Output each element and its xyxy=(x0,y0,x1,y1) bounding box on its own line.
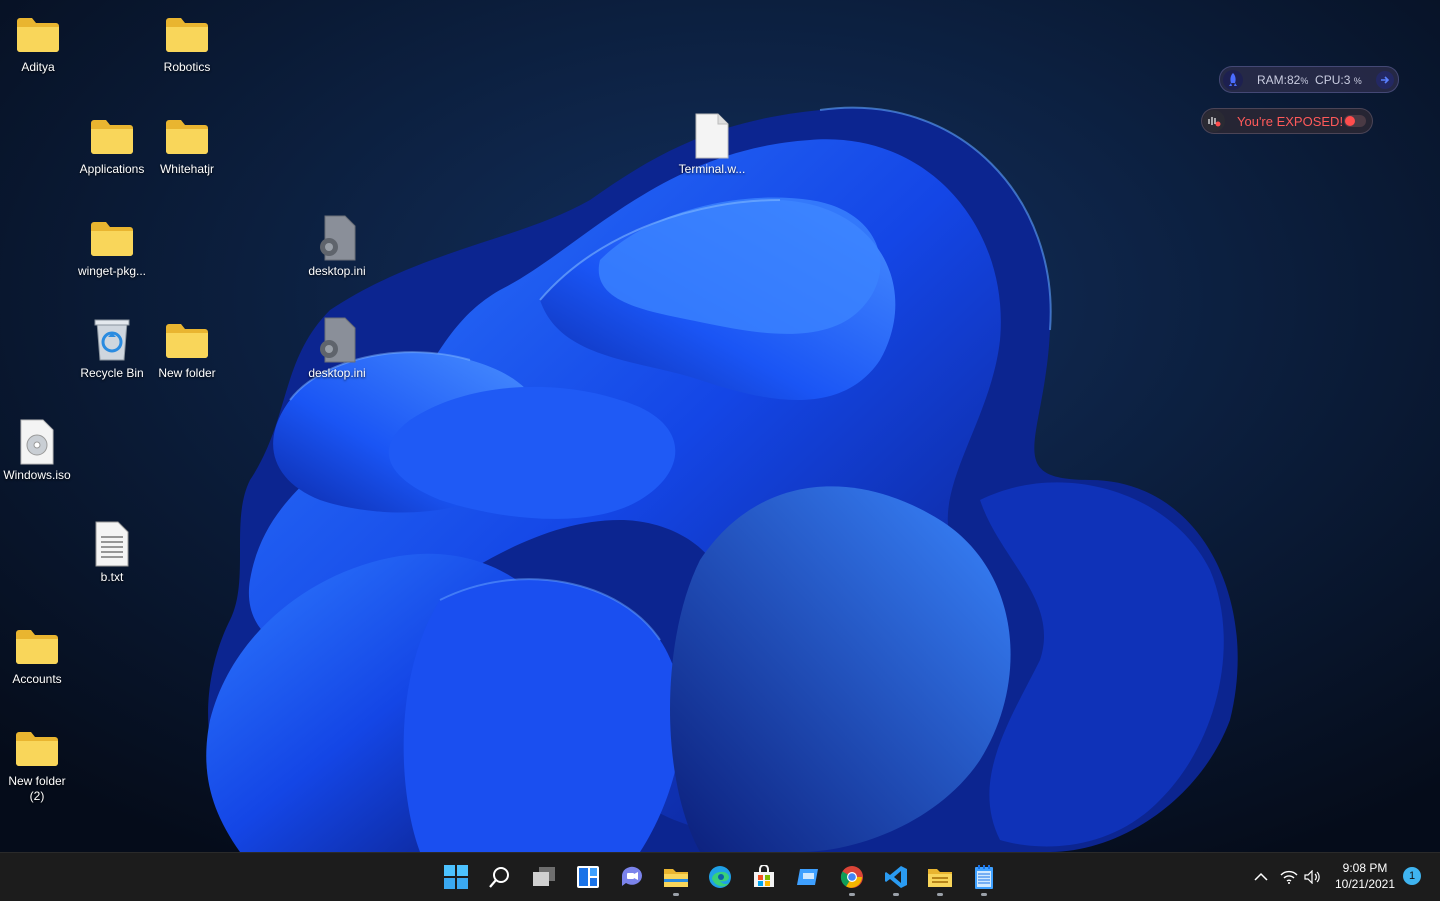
task-view-button[interactable] xyxy=(524,857,564,897)
volume-icon xyxy=(1304,870,1320,884)
running-indicator xyxy=(893,893,899,896)
desktop-icon-label: New folder (2) xyxy=(8,774,66,803)
file-icon xyxy=(688,112,736,160)
desktop-icon-windows-iso[interactable]: Windows.iso xyxy=(0,418,75,483)
desktop-icon-label: Whitehatjr xyxy=(159,162,215,176)
desktop-icon-winget-pkg[interactable]: winget-pkg... xyxy=(74,214,150,279)
desktop-icon-recycle-bin[interactable]: Recycle Bin xyxy=(74,316,150,381)
folder-icon xyxy=(88,214,136,262)
privacy-status-text: You're EXPOSED! xyxy=(1237,113,1344,129)
clock-button[interactable]: 9:08 PM 10/21/2021 xyxy=(1330,860,1400,892)
folder-icon xyxy=(88,112,136,160)
start-button[interactable] xyxy=(436,857,476,897)
desktop-icon-label: Applications xyxy=(79,162,145,176)
recycle-bin-icon xyxy=(88,316,136,364)
desktop-icon-b-txt[interactable]: b.txt xyxy=(74,520,150,585)
desktop-icon-label: Terminal.w... xyxy=(678,162,746,176)
microsoft-store-icon xyxy=(754,865,774,887)
desktop-icon-new-folder[interactable]: New folder xyxy=(149,316,225,381)
chevron-up-icon xyxy=(1254,872,1268,881)
file-explorer-icon xyxy=(664,869,688,887)
edge-icon xyxy=(709,866,731,888)
desktop-icon-label: desktop.ini xyxy=(308,366,366,380)
resource-usage-text: RAM:82% CPU:3 % xyxy=(1257,72,1362,87)
notification-badge[interactable]: 1 xyxy=(1403,867,1421,885)
disc-image-icon xyxy=(13,418,61,466)
desktop-icon-label: winget-pkg... xyxy=(77,264,147,278)
desktop-icon-robotics[interactable]: Robotics xyxy=(149,10,225,75)
desktop-icon-label: Robotics xyxy=(163,60,211,74)
vscode-icon xyxy=(885,866,907,888)
arrow-right-icon[interactable] xyxy=(1376,70,1394,89)
widgets-icon xyxy=(577,866,599,888)
teams-chat-button[interactable] xyxy=(612,857,652,897)
notepad-icon xyxy=(975,865,993,889)
rocket-icon xyxy=(1223,69,1243,90)
desktop-icon-terminal[interactable]: Terminal.w... xyxy=(674,112,750,177)
desktop-icon-label: Accounts xyxy=(12,672,62,686)
desktop-icon-applications[interactable]: Applications xyxy=(74,112,150,177)
vscode-button[interactable] xyxy=(876,857,916,897)
wifi-icon xyxy=(1280,870,1298,884)
system-monitor-widget[interactable]: RAM:82% CPU:3 % xyxy=(1219,66,1399,93)
taskbar: 9:08 PM 10/21/2021 xyxy=(0,852,1440,901)
folder-icon xyxy=(928,869,952,887)
chrome-button[interactable] xyxy=(832,857,872,897)
folder-icon xyxy=(13,622,61,670)
folder-icon xyxy=(163,112,211,160)
desktop-icon-whitehatjr[interactable]: Whitehatjr xyxy=(149,112,225,177)
config-file-icon xyxy=(313,214,361,262)
desktop-icon-label: Windows.iso xyxy=(3,468,71,482)
privacy-toggle[interactable] xyxy=(1344,115,1366,127)
volume-button[interactable] xyxy=(1301,865,1325,889)
desktop-icon-aditya[interactable]: Aditya xyxy=(0,10,76,75)
notepad-button[interactable] xyxy=(964,857,1004,897)
config-file-icon xyxy=(313,316,361,364)
task-view-icon xyxy=(533,867,555,886)
desktop-icon-label: Recycle Bin xyxy=(80,366,144,380)
clock-time: 9:08 PM xyxy=(1342,861,1388,875)
clock-date: 10/21/2021 xyxy=(1334,877,1396,891)
app-button[interactable] xyxy=(788,857,828,897)
file-explorer-button[interactable] xyxy=(656,857,696,897)
microphone-activity-icon xyxy=(1203,110,1225,132)
folder-icon xyxy=(163,10,211,58)
desktop-icon-label: Aditya xyxy=(21,60,55,74)
privacy-status-widget[interactable]: You're EXPOSED! xyxy=(1201,108,1373,134)
folder-icon xyxy=(13,724,61,772)
folder-icon xyxy=(163,316,211,364)
desktop-icon-desktop-ini-2[interactable]: desktop.ini xyxy=(299,316,375,381)
edge-button[interactable] xyxy=(700,857,740,897)
start-icon xyxy=(444,865,468,889)
wifi-button[interactable] xyxy=(1277,865,1301,889)
widgets-button[interactable] xyxy=(568,857,608,897)
desktop-icon-desktop-ini-1[interactable]: desktop.ini xyxy=(299,214,375,279)
search-button[interactable] xyxy=(480,857,520,897)
desktop-icon-label: b.txt xyxy=(100,570,124,584)
desktop-icon-new-folder-2[interactable]: New folder (2) xyxy=(0,724,75,804)
running-indicator xyxy=(937,893,943,896)
desktop-icon-label: desktop.ini xyxy=(308,264,366,278)
search-icon xyxy=(489,867,509,888)
app-icon xyxy=(797,869,818,885)
folder-button[interactable] xyxy=(920,857,960,897)
chrome-icon xyxy=(840,866,863,888)
microsoft-store-button[interactable] xyxy=(744,857,784,897)
text-file-icon xyxy=(88,520,136,568)
desktop-icon-accounts[interactable]: Accounts xyxy=(0,622,75,687)
desktop-icon-label: New folder xyxy=(158,366,216,380)
show-hidden-icons-button[interactable] xyxy=(1249,865,1273,889)
running-indicator xyxy=(981,893,987,896)
running-indicator xyxy=(673,893,679,896)
teams-chat-icon xyxy=(621,866,642,886)
running-indicator xyxy=(849,893,855,896)
folder-icon xyxy=(14,10,62,58)
